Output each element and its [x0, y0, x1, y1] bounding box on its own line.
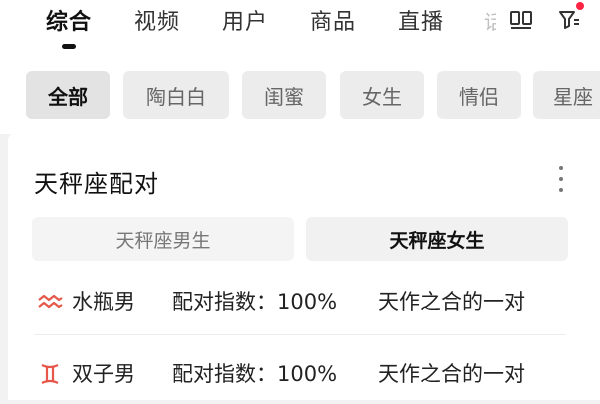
chip-taobaibai[interactable]: 陶白白	[123, 71, 229, 119]
search-result-tab-bar: 综合 视频 用户 商品 直播 话	[0, 0, 600, 57]
tab-video[interactable]: 视频	[134, 4, 180, 36]
notification-dot	[576, 2, 584, 10]
more-options-icon[interactable]	[551, 166, 571, 192]
tab-product[interactable]: 商品	[310, 4, 356, 36]
filter-chip-bar: 全部 陶白白 闺蜜 女生 情侣 星座	[0, 56, 600, 134]
segment-libra-male[interactable]: 天秤座男生	[32, 217, 294, 261]
tab-overflow-hint[interactable]: 话	[484, 6, 496, 32]
row-divider	[34, 334, 566, 335]
chip-couple[interactable]: 情侣	[437, 71, 521, 119]
chip-all[interactable]: 全部	[26, 71, 110, 119]
active-tab-indicator	[62, 44, 76, 49]
tab-live[interactable]: 直播	[398, 4, 444, 36]
segment-libra-female[interactable]: 天秤座女生	[306, 217, 568, 261]
chip-constellation[interactable]: 星座	[533, 71, 600, 119]
chip-bestie[interactable]: 闺蜜	[242, 71, 326, 119]
aquarius-icon	[36, 288, 64, 316]
zodiac-match-card: 天秤座配对 天秤座男生 天秤座女生 水瓶男 配对指数：100% 天作之合的一对 …	[8, 134, 600, 400]
card-title: 天秤座配对	[34, 170, 159, 198]
match-score: 配对指数：100%	[172, 290, 338, 314]
match-row[interactable]: 双子男 配对指数：100% 天作之合的一对	[8, 344, 600, 404]
chip-girl[interactable]: 女生	[340, 71, 424, 119]
tab-comprehensive[interactable]: 综合	[46, 4, 92, 36]
match-description: 天作之合的一对	[378, 362, 525, 386]
match-score: 配对指数：100%	[172, 362, 338, 386]
gemini-icon	[36, 360, 64, 388]
grid-view-icon[interactable]	[508, 6, 534, 32]
match-name: 双子男	[72, 362, 135, 386]
tab-user[interactable]: 用户	[222, 4, 268, 36]
match-name: 水瓶男	[72, 290, 135, 314]
match-row[interactable]: 水瓶男 配对指数：100% 天作之合的一对	[8, 272, 600, 332]
match-description: 天作之合的一对	[378, 290, 525, 314]
